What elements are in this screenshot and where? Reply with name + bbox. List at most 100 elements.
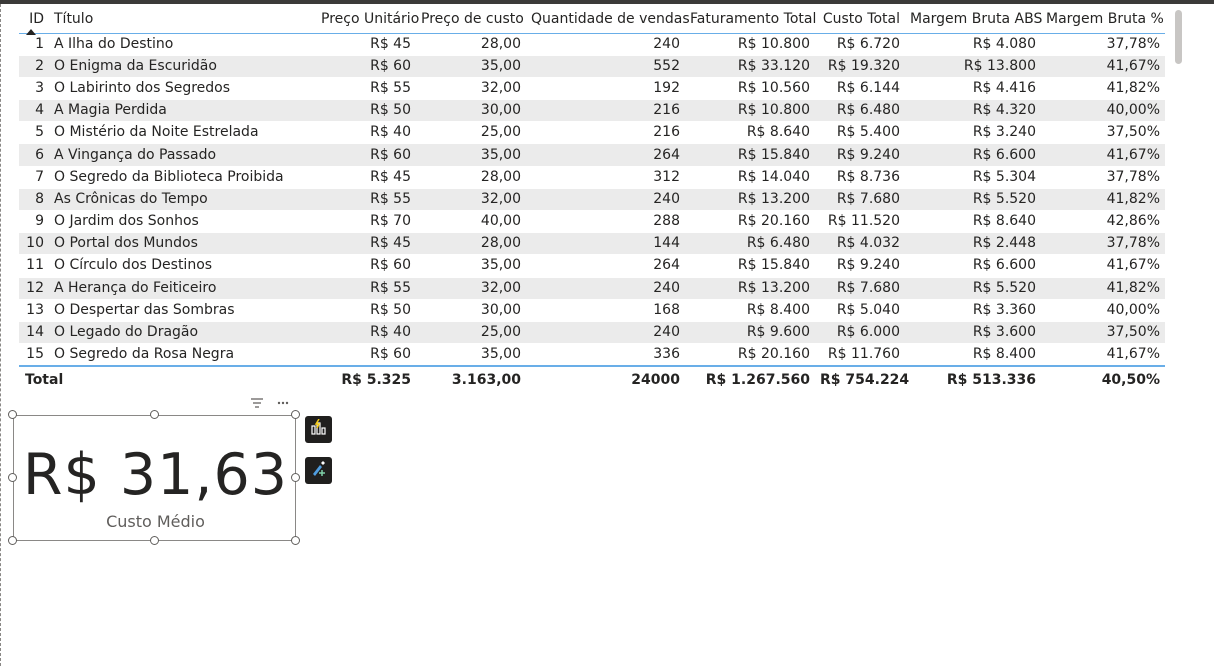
table-cell: 41,67%	[1106, 146, 1160, 163]
average-cost-card[interactable]: R$ 31,63 Custo Médio	[13, 415, 296, 541]
table-row[interactable]: 6 A Vingança do Passado R$ 60 35,00 264 R$ 15…	[19, 143, 1165, 167]
total-cell: 24000	[631, 372, 680, 389]
column-header-8[interactable]: Margem Bruta %	[1041, 6, 1165, 33]
table-cell: R$ 13.200	[737, 279, 810, 296]
table-cell: 32,00	[480, 279, 521, 296]
table-cell: O Legado do Dragão	[54, 324, 199, 341]
table-cell: O Jardim dos Sonhos	[54, 213, 199, 230]
table-cell: R$ 20.160	[737, 213, 810, 230]
column-header-0[interactable]: ID	[19, 6, 49, 35]
table-cell: R$ 33.120	[737, 57, 810, 74]
table-cell: 10	[26, 235, 44, 252]
table-cell: 40,00%	[1106, 102, 1160, 119]
more-options-icon[interactable]	[276, 397, 290, 409]
table-row[interactable]: 2 O Enigma da Escuridão R$ 60 35,00 552 R$ 33…	[19, 55, 1165, 78]
table-cell: 30,00	[480, 102, 521, 119]
column-header-6[interactable]: Custo Total	[815, 6, 905, 33]
table-cell: R$ 9.600	[746, 324, 810, 341]
table-row[interactable]: 5 O Mistério da Noite Estrelada R$ 40 25,00…	[19, 122, 1165, 144]
table-cell: 9	[35, 213, 44, 230]
table-cell: R$ 5.520	[972, 279, 1036, 296]
table-cell: 6	[35, 146, 44, 163]
table-cell: R$ 5.400	[836, 124, 900, 141]
table-cell: O Segredo da Biblioteca Proibida	[54, 168, 284, 185]
total-cell: R$ 5.325	[341, 372, 411, 389]
table-cell: 240	[653, 35, 680, 52]
table-cell: 28,00	[480, 168, 521, 185]
column-header-2[interactable]: Preço Unitário	[316, 6, 419, 33]
table-row[interactable]: 14 O Legado do Dragão R$ 40 25,00 240 R$ 9.60…	[19, 321, 1165, 344]
table-row[interactable]: 13 O Despertar das Sombras R$ 50 30,00 168 R$…	[19, 299, 1165, 322]
column-header-4[interactable]: Quantidade de vendas	[526, 6, 690, 33]
build-visual-button[interactable]	[305, 416, 332, 443]
table-row[interactable]: 11 O Círculo dos Destinos R$ 60 35,00 264 R$ …	[19, 255, 1165, 278]
table-row[interactable]: 7 O Segredo da Biblioteca Proibida R$ 45 28…	[19, 166, 1165, 189]
resize-handle-right[interactable]	[291, 473, 300, 482]
table-cell: O Labirinto dos Segredos	[54, 79, 231, 96]
table-cell: R$ 40	[370, 324, 411, 341]
resize-handle-bottom[interactable]	[150, 536, 159, 545]
column-header-1[interactable]: Título	[49, 6, 316, 33]
table-cell: 14	[26, 324, 44, 341]
table-cell: 28,00	[480, 235, 521, 252]
table-cell: R$ 6.000	[836, 324, 900, 341]
table-cell: A Herança do Feiticeiro	[54, 279, 217, 296]
format-visual-button[interactable]	[305, 457, 332, 484]
table-cell: R$ 5.520	[972, 190, 1036, 207]
resize-handle-top[interactable]	[150, 410, 159, 419]
table-cell: R$ 2.448	[972, 235, 1036, 252]
table-cell: R$ 11.760	[827, 346, 900, 363]
total-cell: R$ 1.267.560	[705, 372, 810, 389]
resize-handle-left[interactable]	[8, 473, 17, 482]
resize-handle-bottom-left[interactable]	[8, 536, 17, 545]
filter-icon[interactable]	[250, 397, 264, 409]
table-cell: 3	[35, 79, 44, 96]
table-cell: As Crônicas do Tempo	[54, 190, 208, 207]
column-header-label: Margem Bruta ABS	[910, 11, 1043, 27]
table-cell: 35,00	[480, 57, 521, 74]
table-row[interactable]: 9 O Jardim dos Sonhos R$ 70 40,00 288 R$ 20.1…	[19, 211, 1165, 233]
table-cell: O Segredo da Rosa Negra	[54, 346, 235, 363]
table-row[interactable]: 15 O Segredo da Rosa Negra R$ 60 35,00 336 R$…	[19, 344, 1165, 367]
resize-handle-top-right[interactable]	[291, 410, 300, 419]
table-cell: R$ 3.240	[972, 124, 1036, 141]
table-cell: R$ 6.480	[746, 235, 810, 252]
table-row[interactable]: 12 A Herança do Feiticeiro R$ 55 32,00 240 R$…	[19, 277, 1165, 300]
table-cell: 144	[653, 235, 680, 252]
table-cell: 13	[26, 301, 44, 318]
table-cell: R$ 10.560	[737, 79, 810, 96]
table-row[interactable]: 8 As Crônicas do Tempo R$ 55 32,00 240 R$ 13.…	[19, 188, 1165, 211]
table-cell: 7	[35, 168, 44, 185]
table-cell: R$ 40	[370, 124, 411, 141]
table-row[interactable]: 1 A Ilha do Destino R$ 45 28,00 240 R$ 10.800…	[19, 33, 1165, 56]
table-row[interactable]: 10 O Portal dos Mundos R$ 45 28,00 144 R$ 6.4…	[19, 232, 1165, 255]
table-cell: R$ 9.240	[836, 257, 900, 274]
column-header-7[interactable]: Margem Bruta ABS	[905, 6, 1043, 33]
total-cell	[49, 366, 316, 391]
table-scrollbar[interactable]	[1175, 10, 1182, 64]
table-cell: R$ 45	[370, 235, 411, 252]
table-cell: 336	[653, 346, 680, 363]
table-cell: 41,67%	[1106, 346, 1160, 363]
table-cell: R$ 7.680	[836, 279, 900, 296]
table-cell: R$ 20.160	[737, 346, 810, 363]
resize-handle-bottom-right[interactable]	[291, 536, 300, 545]
resize-handle-top-left[interactable]	[8, 410, 17, 419]
table-row[interactable]: 3 O Labirinto dos Segredos R$ 55 32,00 192 R$…	[19, 77, 1165, 100]
table-cell: 12	[26, 279, 44, 296]
table-cell: 288	[653, 213, 680, 230]
sales-table[interactable]: ID Título Preço Unitário Preço de custo Quan…	[19, 6, 1165, 391]
table-cell: 240	[653, 279, 680, 296]
table-cell: 41,82%	[1106, 279, 1160, 296]
column-header-3[interactable]: Preço de custo	[416, 6, 526, 33]
column-header-5[interactable]: Faturamento Total	[685, 6, 816, 33]
table-cell: 35,00	[480, 257, 521, 274]
table-cell: 41,67%	[1106, 257, 1160, 274]
table-cell: R$ 6.600	[972, 257, 1036, 274]
table-cell: 35,00	[480, 346, 521, 363]
table-row[interactable]: 4 A Magia Perdida R$ 50 30,00 216 R$ 10.800 R$…	[19, 99, 1165, 122]
table-cell: 40,00	[480, 213, 521, 230]
column-header-label: Custo Total	[822, 11, 900, 27]
table-cell: R$ 55	[370, 279, 411, 296]
sort-ascending-icon[interactable]	[26, 29, 36, 35]
